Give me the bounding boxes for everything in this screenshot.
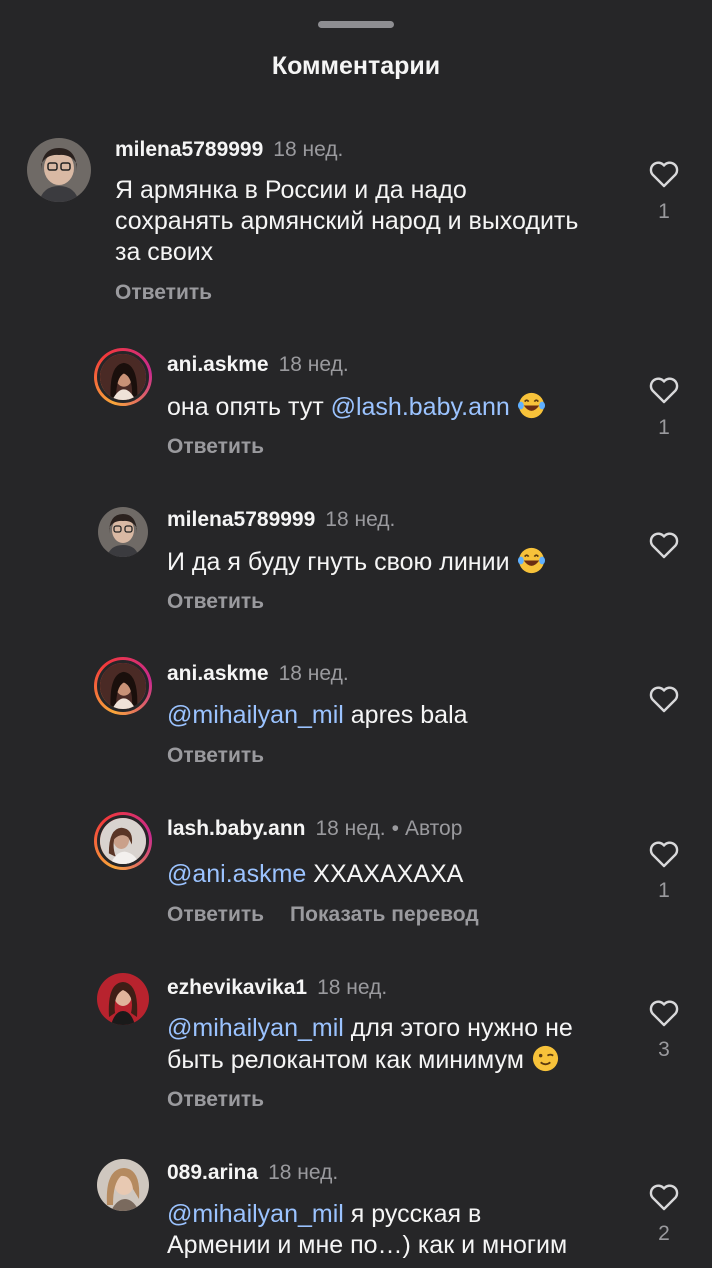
heart-icon (649, 686, 679, 713)
like-button[interactable] (648, 375, 680, 405)
like-count: 2 (658, 1222, 670, 1245)
timestamp: 18 нед. (325, 508, 396, 531)
heart-icon (649, 841, 679, 868)
avatar[interactable] (27, 138, 91, 202)
timestamp: 18 нед. (278, 353, 349, 376)
like-button[interactable] (648, 159, 680, 189)
like-button[interactable] (648, 1182, 680, 1212)
dot-separator: • (391, 817, 399, 840)
drag-handle[interactable] (318, 21, 394, 28)
timestamp: 18 нед. (273, 138, 344, 161)
reply-button[interactable]: Ответить (115, 281, 212, 304)
heart-icon (649, 532, 679, 559)
comment-text: она опять тут @lash.baby.ann (167, 391, 546, 423)
winking-emoji-icon (531, 1044, 560, 1073)
heart-icon (649, 377, 679, 404)
like-button[interactable] (648, 530, 680, 560)
like-button[interactable] (648, 839, 680, 869)
avatar[interactable] (94, 348, 152, 406)
comment-text: @mihailyan_mil я русская в Армении и мне… (167, 1200, 568, 1259)
sheet-title: Комментарии (271, 52, 441, 80)
comments-sheet: Комментарии milena5789999 18 нед. Я армян… (0, 0, 712, 1268)
timestamp: 18 нед. (315, 817, 386, 840)
username[interactable]: lash.baby.ann (167, 817, 305, 840)
username[interactable]: milena5789999 (115, 138, 263, 161)
mention-link[interactable]: @ani.askme (167, 860, 306, 888)
like-count: 1 (658, 200, 670, 223)
heart-icon (649, 1000, 679, 1027)
reply-button[interactable]: Ответить (167, 744, 264, 767)
comment-text: @ani.askme ХХАХАХАХА (167, 860, 464, 888)
laughing-emoji-icon (517, 391, 546, 420)
reply-button[interactable]: Ответить (167, 1088, 264, 1111)
heart-icon (649, 161, 679, 188)
comment-text: @mihailyan_mil для этого нужно не быть р… (167, 1014, 573, 1074)
mention-link[interactable]: @mihailyan_mil (167, 701, 344, 729)
username[interactable]: ani.askme (167, 353, 269, 376)
reply-button[interactable]: Ответить (167, 435, 264, 458)
heart-icon (649, 1184, 679, 1211)
comment-text: И да я буду гнуть свою линии (167, 546, 546, 578)
laughing-emoji-icon (517, 546, 546, 575)
avatar[interactable] (97, 1159, 149, 1211)
username[interactable]: ezhevikavika1 (167, 976, 307, 999)
like-count: 1 (658, 416, 670, 439)
reply-button[interactable]: Ответить (167, 590, 264, 613)
username[interactable]: ani.askme (167, 662, 269, 685)
timestamp: 18 нед. (268, 1161, 339, 1184)
username[interactable]: milena5789999 (167, 508, 315, 531)
like-count: 1 (658, 879, 670, 902)
author-badge: Автор (404, 817, 463, 840)
reply-button[interactable]: Ответить (167, 903, 264, 926)
avatar[interactable] (98, 507, 148, 557)
like-button[interactable] (648, 684, 680, 714)
timestamp: 18 нед. (317, 976, 388, 999)
avatar[interactable] (94, 812, 152, 870)
mention-link[interactable]: @mihailyan_mil (167, 1014, 344, 1042)
comment-text: @mihailyan_mil apres bala (167, 701, 468, 729)
mention-link[interactable]: @lash.baby.ann (331, 393, 510, 421)
username[interactable]: 089.arina (167, 1161, 258, 1184)
avatar[interactable] (97, 973, 149, 1025)
comment-text: Я армянка в России и да надо сохранять а… (115, 176, 579, 266)
like-count: 3 (658, 1038, 670, 1061)
timestamp: 18 нед. (278, 662, 349, 685)
like-button[interactable] (648, 998, 680, 1028)
mention-link[interactable]: @mihailyan_mil (167, 1200, 344, 1228)
avatar[interactable] (94, 657, 152, 715)
show-translation-button[interactable]: Показать перевод (290, 903, 479, 926)
